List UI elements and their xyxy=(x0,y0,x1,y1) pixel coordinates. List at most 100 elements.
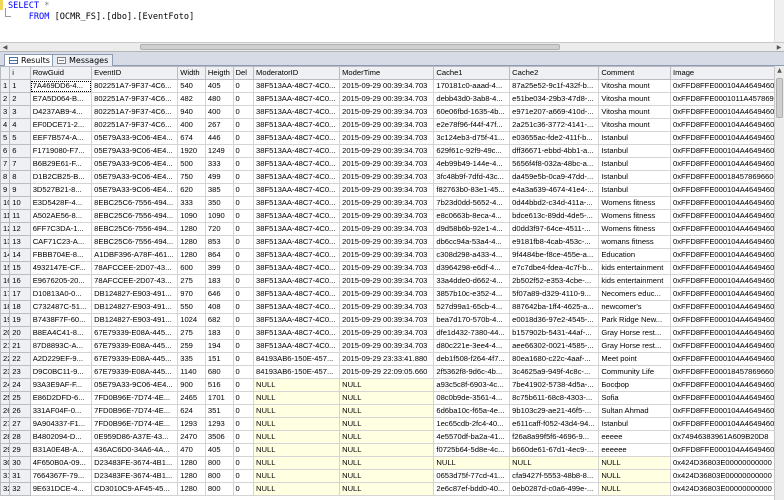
table-cell[interactable]: dfe1d432-7380-44... xyxy=(433,326,511,340)
table-cell[interactable]: 8EBC25C6-7556-494... xyxy=(91,196,179,210)
row-number[interactable]: 30 xyxy=(0,456,11,470)
table-cell[interactable]: 2015-09-29 00:39:34.703 xyxy=(339,170,435,184)
table-cell[interactable]: 2015-09-29 00:39:34.703 xyxy=(339,248,435,262)
table-cell[interactable]: Istanbul xyxy=(598,417,672,431)
table-cell[interactable]: 0 xyxy=(232,261,255,275)
table-cell[interactable]: 0xFFD8FFE0001011A4578696600 xyxy=(670,92,774,106)
table-cell[interactable]: CAF71C23-A... xyxy=(29,235,93,249)
table-cell[interactable]: NULL xyxy=(433,456,511,470)
table-cell[interactable]: 05E79A33-9C06-4E4... xyxy=(91,183,179,197)
table-cell[interactable]: NULL xyxy=(598,469,672,483)
table-cell[interactable]: d0dd3f97-64ce-4511-... xyxy=(509,222,600,236)
row-number[interactable]: 2 xyxy=(0,92,11,106)
table-cell[interactable]: f26a8a99f5f6-4696-9... xyxy=(509,430,600,444)
table-cell[interactable]: 0653d75f-77cd-41... xyxy=(433,469,511,483)
table-cell[interactable]: A1DBF396-A78F-461... xyxy=(91,248,179,262)
table-cell[interactable]: 0d44bbd2-c34d-411a-... xyxy=(509,196,600,210)
table-row[interactable]: 1010E3D5428F-4...8EBC25C6-7556-494...333… xyxy=(0,196,774,210)
table-cell[interactable]: 2015-09-29 00:39:34.703 xyxy=(339,339,435,353)
table-cell[interactable]: 499 xyxy=(204,170,234,184)
table-cell[interactable]: 800 xyxy=(204,469,234,483)
table-cell[interactable]: DB124827-E903-491... xyxy=(91,287,179,301)
column-header[interactable]: ModerTime xyxy=(339,66,435,80)
table-cell[interactable]: 9A904337-F1... xyxy=(29,417,93,431)
table-cell[interactable]: EEF7B574-A... xyxy=(29,131,93,145)
table-row[interactable]: 2929B31A0E4B-A...436AC6D0-34A6-4A...4704… xyxy=(0,443,774,457)
table-cell[interactable]: NULL xyxy=(339,417,435,431)
table-cell[interactable]: 864 xyxy=(204,248,234,262)
table-cell[interactable]: 38F513AA-48C7-4C0... xyxy=(253,92,341,106)
table-cell[interactable]: 38F513AA-48C7-4C0... xyxy=(253,157,341,171)
scroll-right-icon[interactable]: ▶ xyxy=(774,43,784,52)
table-cell[interactable]: 750 xyxy=(177,170,206,184)
table-cell[interactable]: 38F513AA-48C7-4C0... xyxy=(253,183,341,197)
table-cell[interactable]: 0 xyxy=(232,79,255,93)
table-cell[interactable]: 0xFFD8FFE000104A4649460 xyxy=(670,196,774,210)
row-number[interactable]: 22 xyxy=(0,352,11,366)
table-cell[interactable]: 9f4484be-f8ce-455e-a... xyxy=(509,248,600,262)
table-cell[interactable]: Community Life xyxy=(598,365,672,379)
table-cell[interactable]: 1920 xyxy=(177,144,206,158)
table-cell[interactable]: 38F513AA-48C7-4C0... xyxy=(253,326,341,340)
table-cell[interactable]: 2b502f52-e353-4cbe-... xyxy=(509,274,600,288)
table-cell[interactable]: 2015-09-29 00:39:34.703 xyxy=(339,144,435,158)
query-text[interactable]: SELECT * FROM [OCMR_FS].[dbo].[EventFoto… xyxy=(8,1,194,23)
row-number[interactable]: 4 xyxy=(0,118,11,132)
table-cell[interactable]: 38F513AA-48C7-4C0... xyxy=(253,313,341,327)
table-cell[interactable]: 2465 xyxy=(177,391,206,405)
table-cell[interactable]: 646 xyxy=(204,287,234,301)
scroll-left-icon[interactable]: ◀ xyxy=(0,43,10,52)
table-cell[interactable]: E3D5428F-4... xyxy=(29,196,93,210)
row-number[interactable]: 8 xyxy=(0,170,11,184)
table-cell[interactable]: 1090 xyxy=(204,209,234,223)
column-header[interactable]: Del xyxy=(232,66,255,80)
table-cell[interactable]: 8EBC25C6-7556-494... xyxy=(91,222,179,236)
table-cell[interactable]: kids entertainment xyxy=(598,261,672,275)
table-cell[interactable]: womans fitness xyxy=(598,235,672,249)
table-cell[interactable]: 151 xyxy=(204,352,234,366)
table-cell[interactable]: 600 xyxy=(177,261,206,275)
table-cell[interactable]: 0 xyxy=(232,443,255,457)
table-cell[interactable]: 674 xyxy=(177,131,206,145)
row-number[interactable]: 14 xyxy=(0,248,11,262)
table-row[interactable]: 31317664367F-79...D23483FE-3674-4B1...12… xyxy=(0,469,774,483)
table-cell[interactable]: 408 xyxy=(204,300,234,314)
table-cell[interactable]: NULL xyxy=(339,430,435,444)
table-cell[interactable]: 2015-09-29 00:39:34.703 xyxy=(339,79,435,93)
table-cell[interactable]: NULL xyxy=(598,456,672,470)
table-cell[interactable]: B6B29E61-F... xyxy=(29,157,93,171)
table-cell[interactable]: 0 xyxy=(232,365,255,379)
table-cell[interactable]: e971e207-a669-410d-... xyxy=(509,105,600,119)
table-cell[interactable]: 170181c0-aaad-4... xyxy=(433,79,511,93)
table-cell[interactable]: 0x424D36803E00000000000 xyxy=(670,456,774,470)
column-header[interactable]: Cache1 xyxy=(433,66,511,80)
table-cell[interactable]: 0xFFD8FFE000104A4649460 xyxy=(670,339,774,353)
table-cell[interactable]: 275 xyxy=(177,326,206,340)
table-cell[interactable]: 0 xyxy=(232,248,255,262)
table-cell[interactable]: 802251A7-9F37-4C6... xyxy=(91,79,179,93)
table-cell[interactable]: e611caff-f052-43d4-94... xyxy=(509,417,600,431)
table-cell[interactable]: 0xFFD8FFE000104A4649460 xyxy=(670,443,774,457)
table-cell[interactable]: NULL xyxy=(509,456,600,470)
table-cell[interactable]: 0xFFD8FFE000104A4649460 xyxy=(670,417,774,431)
table-cell[interactable]: B7438F7F-60... xyxy=(29,313,93,327)
table-cell[interactable]: 516 xyxy=(204,378,234,392)
table-cell[interactable]: 4eb99b49-144e-4... xyxy=(433,157,511,171)
table-cell[interactable]: D4237AB9-4... xyxy=(29,105,93,119)
table-cell[interactable]: 1280 xyxy=(177,235,206,249)
row-number[interactable]: 21 xyxy=(0,339,11,353)
table-cell[interactable]: NULL xyxy=(339,443,435,457)
table-cell[interactable]: NULL xyxy=(339,456,435,470)
table-row[interactable]: 2828B4802094-D...0E959D86-A37E-43...2470… xyxy=(0,430,774,444)
table-cell[interactable]: E86D2DFD-6... xyxy=(29,391,93,405)
table-cell[interactable]: f0725b64-5d8e-4c... xyxy=(433,443,511,457)
table-cell[interactable]: B31A0E4B-A... xyxy=(29,443,93,457)
table-cell[interactable]: 38F513AA-48C7-4C0... xyxy=(253,274,341,288)
table-cell[interactable]: NULL xyxy=(253,482,341,496)
column-header[interactable]: ModeratorID xyxy=(253,66,341,80)
table-cell[interactable]: 38F513AA-48C7-4C0... xyxy=(253,79,341,93)
table-cell[interactable]: 9b103c29-ae21-46f5-... xyxy=(509,404,600,418)
table-cell[interactable]: 3c4625a9-949f-4c8c-... xyxy=(509,365,600,379)
table-cell[interactable]: 0 xyxy=(232,378,255,392)
table-cell[interactable]: 2015-09-29 23:33:41.880 xyxy=(339,352,435,366)
